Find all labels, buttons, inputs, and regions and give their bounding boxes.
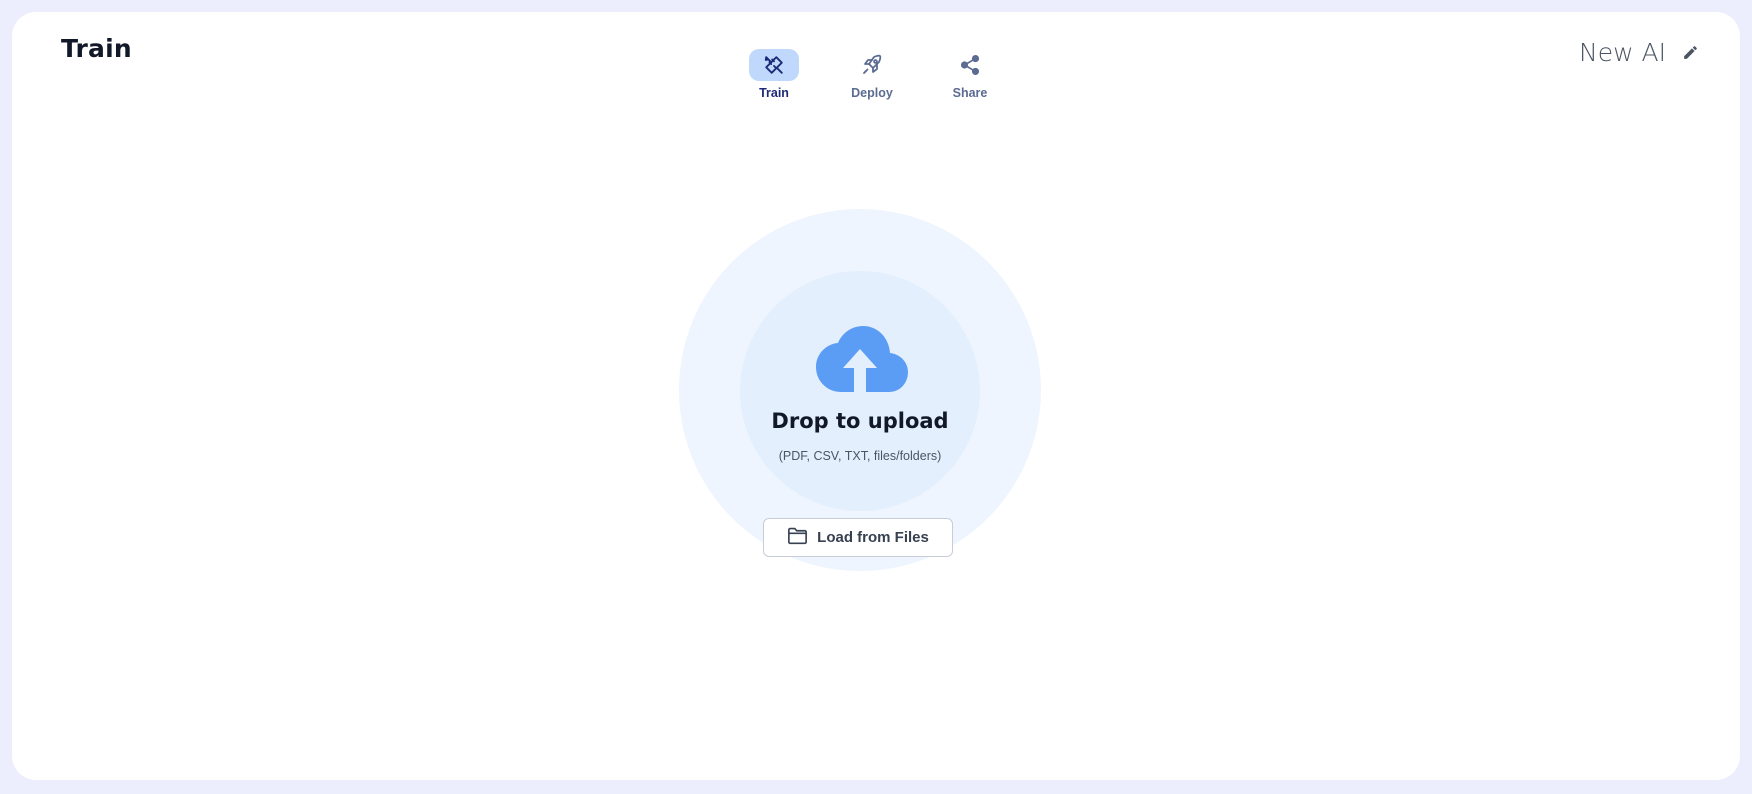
tab-train[interactable]: Train <box>749 49 799 100</box>
rocket-icon <box>847 49 897 81</box>
share-icon <box>945 49 995 81</box>
tab-deploy[interactable]: Deploy <box>847 49 897 100</box>
model-name[interactable]: New AI <box>1579 38 1666 67</box>
drop-title: Drop to upload <box>771 409 949 433</box>
tab-train-label: Train <box>759 86 789 100</box>
load-from-files-label: Load from Files <box>817 529 929 546</box>
tab-share-label: Share <box>952 86 988 100</box>
folder-icon <box>787 526 808 550</box>
drop-subtitle: (PDF, CSV, TXT, files/folders) <box>778 449 942 463</box>
top-nav: Train Deploy Share <box>749 49 995 100</box>
tab-deploy-label: Deploy <box>851 86 893 100</box>
tab-share[interactable]: Share <box>945 49 995 100</box>
page-title: Train <box>61 34 132 63</box>
pencil-icon[interactable] <box>1680 43 1700 63</box>
cloud-upload-icon <box>812 323 908 395</box>
load-from-files-button[interactable]: Load from Files <box>763 518 953 557</box>
model-name-area: New AI <box>1579 38 1700 67</box>
train-tools-icon <box>749 49 799 81</box>
